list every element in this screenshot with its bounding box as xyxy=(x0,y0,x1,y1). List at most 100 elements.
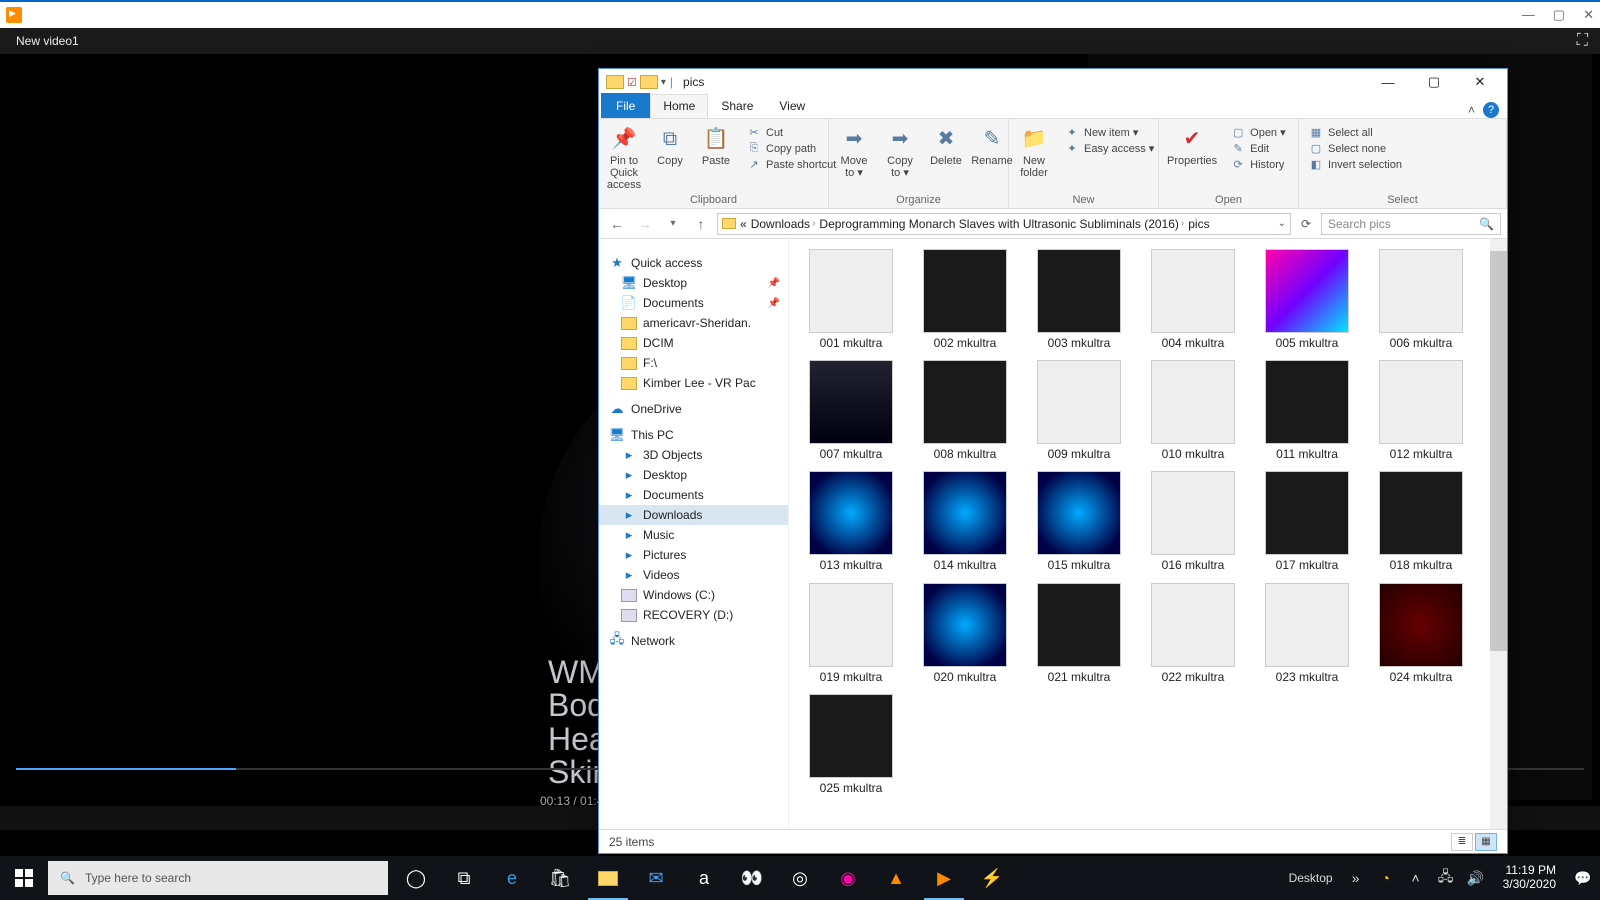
store-icon[interactable]: 🛍 xyxy=(536,856,584,900)
nav-up-button[interactable]: ↑ xyxy=(689,216,713,232)
tray-overflow-icon[interactable]: » xyxy=(1345,870,1367,886)
file-item[interactable]: 009 mkultra xyxy=(1031,360,1127,461)
select-all-button[interactable]: ▦Select all xyxy=(1305,125,1406,140)
open-button[interactable]: ▢Open ▾ xyxy=(1227,125,1290,140)
taskbar-search-input[interactable]: 🔍 Type here to search xyxy=(48,861,388,895)
crumb-downloads[interactable]: Downloads › xyxy=(751,217,816,231)
cortana-button[interactable]: ◯ xyxy=(392,856,440,900)
select-none-button[interactable]: ▢Select none xyxy=(1305,141,1406,156)
nav-recent-button[interactable]: ▾ xyxy=(661,218,685,229)
file-item[interactable]: 011 mkultra xyxy=(1259,360,1355,461)
task-view-button[interactable]: ⧉ xyxy=(440,856,488,900)
file-item[interactable]: 024 mkultra xyxy=(1373,583,1469,684)
tray-volume-icon[interactable]: 🔊 xyxy=(1465,870,1487,887)
file-item[interactable]: 016 mkultra xyxy=(1145,471,1241,572)
nav-pc-item[interactable]: ▸Pictures xyxy=(599,545,788,565)
winamp-icon[interactable]: ⚡ xyxy=(968,856,1016,900)
nav-qa-item[interactable]: Kimber Lee - VR Pac xyxy=(599,373,788,393)
tab-file[interactable]: File xyxy=(601,93,650,118)
invert-selection-button[interactable]: ◧Invert selection xyxy=(1305,157,1406,172)
crumb-album[interactable]: Deprogramming Monarch Slaves with Ultras… xyxy=(819,217,1184,231)
file-item[interactable]: 002 mkultra xyxy=(917,249,1013,350)
start-button[interactable] xyxy=(0,856,48,900)
rename-button[interactable]: ✎Rename xyxy=(973,123,1011,192)
player-titlebar[interactable]: — ▢ ✕ xyxy=(0,0,1600,28)
address-bar[interactable]: « Downloads › Deprogramming Monarch Slav… xyxy=(717,213,1291,235)
file-item[interactable]: 015 mkultra xyxy=(1031,471,1127,572)
system-clock[interactable]: 11:19 PM 3/30/2020 xyxy=(1495,864,1564,892)
nav-onedrive[interactable]: ☁OneDrive xyxy=(599,399,788,419)
paste-button[interactable]: 📋Paste xyxy=(697,123,735,192)
tray-network-icon[interactable]: 🖧 xyxy=(1435,866,1457,890)
scrollbar[interactable] xyxy=(1490,239,1507,829)
file-item[interactable]: 012 mkultra xyxy=(1373,360,1469,461)
scrollbar-thumb[interactable] xyxy=(1490,251,1507,651)
properties-button[interactable]: ✔Properties xyxy=(1165,123,1219,192)
file-item[interactable]: 004 mkultra xyxy=(1145,249,1241,350)
nav-network[interactable]: 🖧Network xyxy=(599,631,788,651)
cut-button[interactable]: ✂Cut xyxy=(743,125,840,140)
details-view-button[interactable]: ≣ xyxy=(1451,833,1473,851)
file-item[interactable]: 014 mkultra xyxy=(917,471,1013,572)
nav-qa-item[interactable]: F:\ xyxy=(599,353,788,373)
file-item[interactable]: 006 mkultra xyxy=(1373,249,1469,350)
nav-qa-item[interactable]: DCIM xyxy=(599,333,788,353)
maximize-button[interactable]: ▢ xyxy=(1411,69,1457,95)
navigation-pane[interactable]: ★Quick access 🖥Desktop📌📄Documents📌americ… xyxy=(599,239,789,829)
file-item[interactable]: 001 mkultra xyxy=(803,249,899,350)
vlc-icon[interactable]: ▲ xyxy=(872,856,920,900)
file-item[interactable]: 020 mkultra xyxy=(917,583,1013,684)
close-button[interactable]: ✕ xyxy=(1457,69,1503,95)
tab-view[interactable]: View xyxy=(766,94,818,118)
file-item[interactable]: 023 mkultra xyxy=(1259,583,1355,684)
nav-pc-item[interactable]: ▸Downloads xyxy=(599,505,788,525)
player-maximize-button[interactable]: ▢ xyxy=(1553,7,1565,23)
file-item[interactable]: 005 mkultra xyxy=(1259,249,1355,350)
refresh-button[interactable]: ⟳ xyxy=(1295,217,1317,231)
crumb-pics[interactable]: pics xyxy=(1188,217,1209,231)
nav-quick-access[interactable]: ★Quick access xyxy=(599,253,788,273)
minimize-button[interactable]: — xyxy=(1365,69,1411,95)
edit-button[interactable]: ✎Edit xyxy=(1227,141,1290,156)
help-icon[interactable]: ? xyxy=(1483,102,1499,118)
easy-access-button[interactable]: ✦Easy access ▾ xyxy=(1061,141,1158,156)
file-item[interactable]: 017 mkultra xyxy=(1259,471,1355,572)
amazon-icon[interactable]: a xyxy=(680,856,728,900)
pin-quick-access-button[interactable]: 📌Pin to Quick access xyxy=(605,123,643,192)
file-item[interactable]: 003 mkultra xyxy=(1031,249,1127,350)
show-desktop-label[interactable]: Desktop xyxy=(1289,871,1333,885)
history-button[interactable]: ⟳History xyxy=(1227,157,1290,172)
new-item-button[interactable]: ✦New item ▾ xyxy=(1061,125,1158,140)
nav-pc-item[interactable]: ▸3D Objects xyxy=(599,445,788,465)
explorer-taskbar-icon[interactable] xyxy=(584,856,632,900)
fullscreen-icon[interactable]: ⛶ xyxy=(1577,32,1588,50)
file-item[interactable]: 010 mkultra xyxy=(1145,360,1241,461)
thumbnails-view-button[interactable]: ▦ xyxy=(1475,833,1497,851)
notifications-icon[interactable]: 💬 xyxy=(1572,870,1594,887)
file-item[interactable]: 007 mkultra xyxy=(803,360,899,461)
nav-pc-item[interactable]: ▸Documents xyxy=(599,485,788,505)
nav-pc-item[interactable]: RECOVERY (D:) xyxy=(599,605,788,625)
move-to-button[interactable]: ➡Move to ▾ xyxy=(835,123,873,192)
mail-icon[interactable]: ✉ xyxy=(632,856,680,900)
nav-pc-item[interactable]: ▸Desktop xyxy=(599,465,788,485)
nav-pc-item[interactable]: ▸Music xyxy=(599,525,788,545)
file-item[interactable]: 019 mkultra xyxy=(803,583,899,684)
tray-norton-icon[interactable]: ◔ xyxy=(1375,870,1397,886)
player-taskbar-icon[interactable]: ▶ xyxy=(920,856,968,900)
search-input[interactable]: Search pics 🔍 xyxy=(1321,213,1501,235)
nav-qa-item[interactable]: 🖥Desktop📌 xyxy=(599,273,788,293)
app-icon-2[interactable]: ◉ xyxy=(824,856,872,900)
player-minimize-button[interactable]: — xyxy=(1522,7,1535,23)
paste-shortcut-button[interactable]: ↗Paste shortcut xyxy=(743,157,840,172)
nav-pc-item[interactable]: Windows (C:) xyxy=(599,585,788,605)
file-item[interactable]: 013 mkultra xyxy=(803,471,899,572)
edge-icon[interactable]: e xyxy=(488,856,536,900)
delete-button[interactable]: ✖Delete xyxy=(927,123,965,192)
explorer-titlebar[interactable]: ☑ ▾ | pics — ▢ ✕ xyxy=(599,69,1507,95)
file-item[interactable]: 018 mkultra xyxy=(1373,471,1469,572)
tab-share[interactable]: Share xyxy=(708,94,766,118)
tray-chevron-icon[interactable]: ˄ xyxy=(1405,870,1427,886)
file-grid[interactable]: 001 mkultra002 mkultra003 mkultra004 mku… xyxy=(789,239,1507,829)
tripadvisor-icon[interactable]: 👀 xyxy=(728,856,776,900)
